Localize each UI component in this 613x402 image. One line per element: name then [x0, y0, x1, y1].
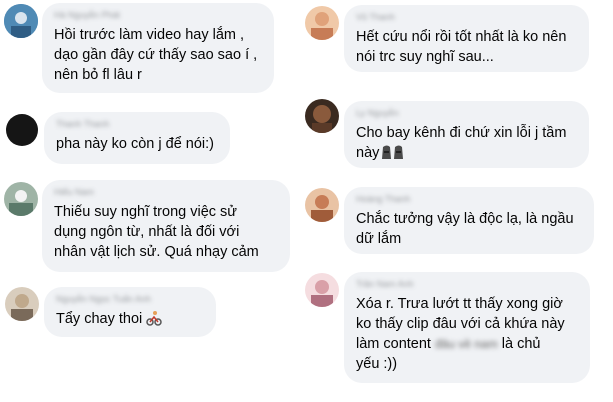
commenter-name[interactable]: Hoàng Thanh [356, 193, 582, 205]
commenter-name[interactable]: Hà Nguyễn Phát [54, 9, 262, 21]
moai-emoji-icon [379, 144, 407, 166]
comment-bubble: Vũ Thanh Hết cứu nổi rồi tốt nhất là ko … [344, 5, 589, 72]
avatar[interactable] [305, 6, 339, 40]
commenter-name[interactable]: Trần Nam Anh [356, 278, 578, 290]
avatar[interactable] [305, 273, 339, 307]
comment-bubble: Nguyễn Ngọc Tuấn Anh Tẩy chay thoi [44, 287, 216, 337]
commenter-name[interactable]: Thanh Thanh [56, 118, 218, 130]
comment-bubble: Hà Nguyễn Phát Hồi trước làm video hay l… [42, 3, 274, 93]
comment-bubble: Hoàng Thanh Chắc tưởng vậy là độc lạ, là… [344, 187, 594, 254]
comment-bubble: Trần Nam Anh Xóa r. Trưa lướt tt thấy xo… [344, 272, 590, 383]
avatar[interactable] [5, 113, 39, 147]
comment-text: Xóa r. Trưa lướt tt thấy xong giờ ko thấ… [356, 296, 565, 372]
commenter-name[interactable]: Vũ Thanh [356, 11, 577, 23]
comment-text: Hồi trước làm video hay lắm , dạo gần đâ… [54, 27, 258, 83]
comment-bubble: Thanh Thanh pha này ko còn j để nói:) [44, 112, 230, 164]
comment-bubble: Hiếu Nam Thiếu suy nghĩ trong việc sử dụ… [42, 180, 290, 272]
person-biking-emoji-icon [146, 310, 163, 332]
avatar[interactable] [4, 182, 38, 216]
comment-text: pha này ko còn j để nói:) [56, 136, 214, 152]
avatar[interactable] [305, 99, 339, 133]
commenter-name[interactable]: Hiếu Nam [54, 186, 278, 198]
avatar[interactable] [4, 4, 38, 38]
comment-bubble: Ly Nguyễn Cho bay kênh đi chứ xin lỗi j … [344, 101, 589, 168]
censored-text: đâu về nam [435, 337, 498, 351]
comment-text: Tẩy chay thoi [56, 309, 204, 332]
commenter-name[interactable]: Nguyễn Ngọc Tuấn Anh [56, 293, 204, 305]
comment-text: Cho bay kênh đi chứ xin lỗi j tầm này [356, 123, 577, 166]
comment-text: Hết cứu nổi rồi tốt nhất là ko nên nói t… [356, 29, 567, 65]
avatar[interactable] [305, 188, 339, 222]
avatar[interactable] [5, 287, 39, 321]
comment-text: Thiếu suy nghĩ trong việc sử dụng ngôn t… [54, 204, 259, 260]
commenter-name[interactable]: Ly Nguyễn [356, 107, 577, 119]
comment-text: Chắc tưởng vậy là độc lạ, là ngầu dữ lắm [356, 211, 574, 247]
